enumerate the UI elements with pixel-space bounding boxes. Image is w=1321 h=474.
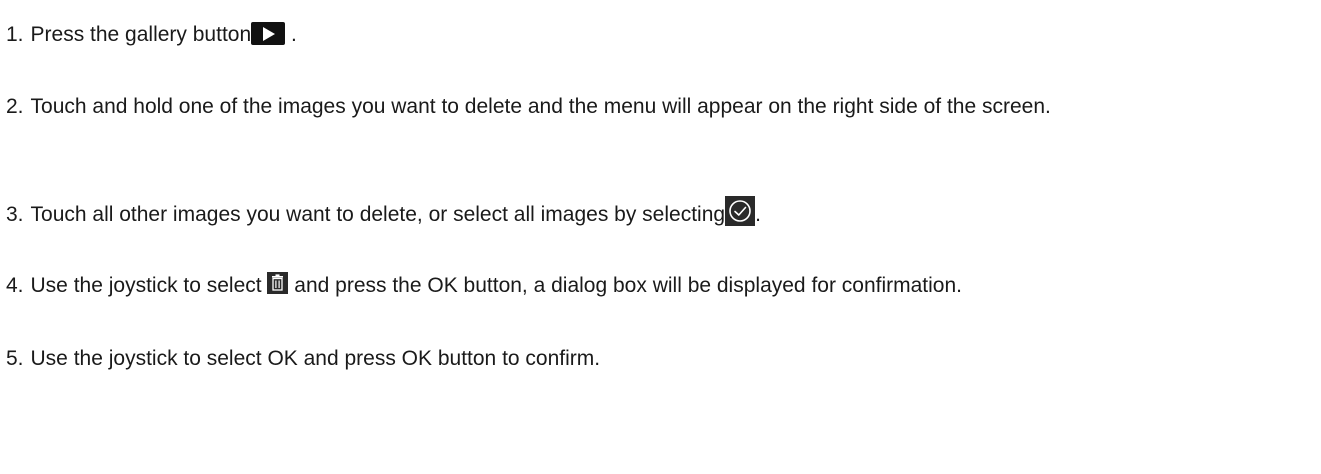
step-2-text: Touch and hold one of the images you wan… [30, 95, 1051, 118]
gallery-play-icon [251, 22, 286, 45]
step-1-text: Press the gallery button [30, 23, 252, 46]
select-all-check-icon [725, 196, 756, 226]
step-2-number: 2. [6, 95, 24, 118]
step-5-number: 5. [6, 347, 24, 370]
step-3: 3. Touch all other images you want to del… [6, 196, 1311, 232]
step-3-text: Touch all other images you want to delet… [30, 203, 726, 226]
trash-icon [267, 272, 289, 294]
step-5-text: Use the joystick to select OK and press … [30, 347, 601, 370]
step-5: 5. Use the joystick to select OK and pres… [6, 342, 1311, 382]
step-2: 2. Touch and hold one of the images you w… [6, 90, 1311, 124]
step-1: 1. Press the gallery button . [6, 18, 1311, 52]
step-3-number: 3. [6, 203, 24, 226]
step-4-text-after: and press the OK button, a dialog box wi… [288, 274, 963, 297]
step-4: 4. Use the joystick to select and press t… [6, 269, 1311, 303]
step-1-number: 1. [6, 23, 24, 46]
step-4-text: Use the joystick to select [30, 274, 268, 297]
step-4-number: 4. [6, 274, 24, 297]
step-1-text-after: . [285, 23, 297, 46]
step-3-text-after: . [755, 203, 761, 226]
